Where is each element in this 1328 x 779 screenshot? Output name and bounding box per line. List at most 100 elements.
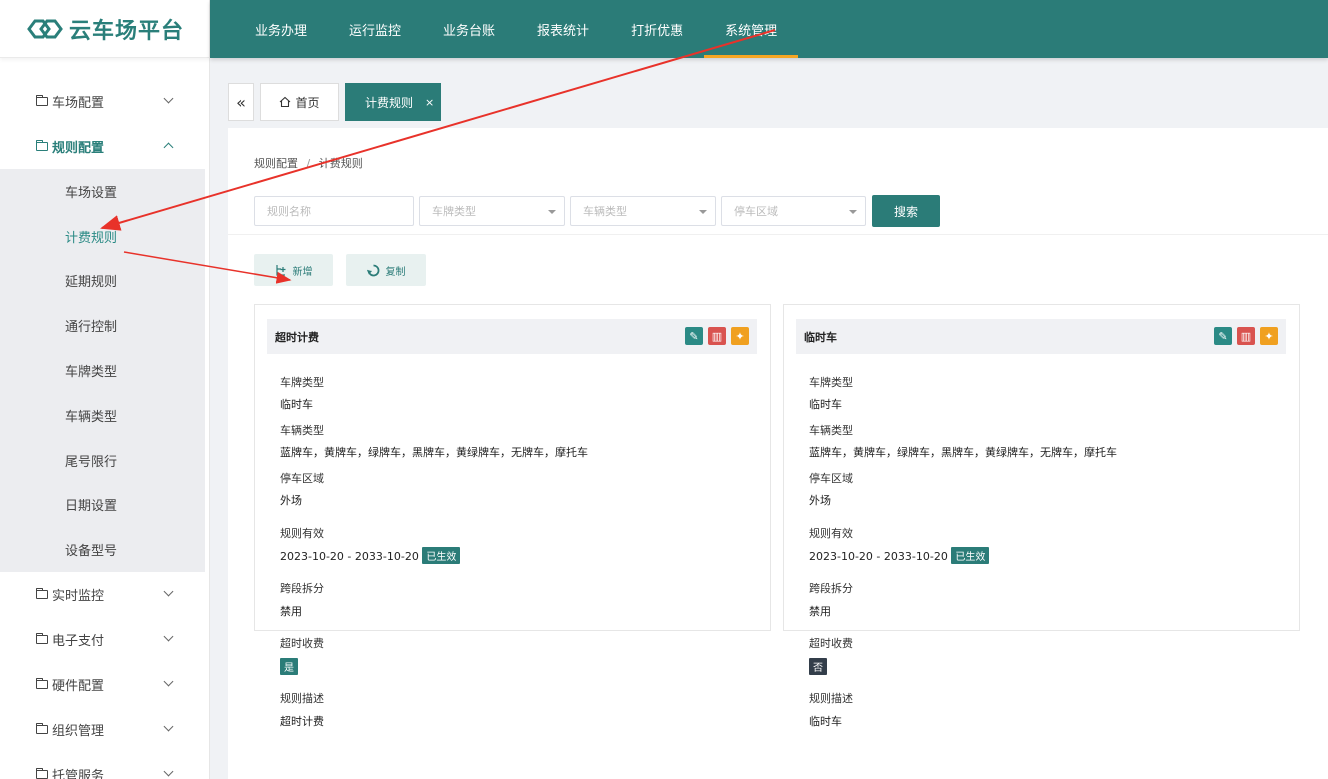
tab-home[interactable]: 首页 <box>260 83 339 121</box>
pencil-icon: ✎ <box>689 329 699 343</box>
sidebar-item-access-control[interactable]: 通行控制 <box>0 303 205 348</box>
overtime-badge: 否 <box>809 658 827 675</box>
chevron-down-icon <box>163 631 174 642</box>
field-value: 禁用 <box>809 605 831 618</box>
tab-billing-rules[interactable]: 计费规则 × <box>345 83 441 121</box>
pencil-icon: ✎ <box>1218 329 1228 343</box>
breadcrumb-current: 计费规则 <box>318 157 363 170</box>
top-nav-discounts[interactable]: 打折优惠 <box>610 0 704 58</box>
close-icon[interactable]: × <box>425 96 434 109</box>
field-value: 否 <box>809 658 827 675</box>
field-value: 外场 <box>809 494 831 507</box>
plate-type-select[interactable]: 车牌类型 <box>419 196 565 226</box>
top-nav-ledger[interactable]: 业务台账 <box>422 0 516 58</box>
field-label: 车辆类型 <box>809 424 853 437</box>
folder-icon <box>36 633 48 645</box>
rule-card[interactable]: 超时计费 ✎ ▥ ✦ <box>254 304 771 631</box>
sidebar: 云车场平台 车场配置 规则配置 车场设置 计费规则 延期规则 通行控制 车牌类型… <box>0 0 210 779</box>
pin-icon: ✦ <box>735 329 745 343</box>
top-nav-system-management[interactable]: 系统管理 <box>704 0 799 58</box>
field-label: 规则有效 <box>809 527 853 540</box>
sidebar-submenu: 车场设置 计费规则 延期规则 通行控制 车牌类型 车辆类型 尾号限行 日期设置 … <box>0 169 205 573</box>
collapse-sidebar-button[interactable]: « <box>228 83 254 121</box>
rule-card-header: 超时计费 ✎ ▥ ✦ <box>267 319 757 354</box>
rule-name-input[interactable]: 规则名称 <box>254 196 414 226</box>
sidebar-group-label: 硬件配置 <box>52 679 105 695</box>
folder-icon <box>36 723 48 735</box>
sidebar-item-parking-settings[interactable]: 车场设置 <box>0 169 205 214</box>
delete-button[interactable]: ▥ <box>1237 327 1255 345</box>
top-nav-monitoring[interactable]: 运行监控 <box>328 0 422 58</box>
pin-button[interactable]: ✦ <box>1260 327 1278 345</box>
field-value: 外场 <box>280 494 302 507</box>
sidebar-group-label: 实时监控 <box>52 589 105 605</box>
sidebar-item-date-settings[interactable]: 日期设置 <box>0 483 205 528</box>
vehicle-type-select[interactable]: 车辆类型 <box>570 196 716 226</box>
rule-name-placeholder: 规则名称 <box>267 205 311 218</box>
field-label: 超时收费 <box>809 637 853 650</box>
tab-billing-rules-label: 计费规则 <box>365 95 414 110</box>
sidebar-group-label: 电子支付 <box>52 634 105 650</box>
sidebar-item-device-models[interactable]: 设备型号 <box>0 527 205 572</box>
field-value: 2023-10-20 - 2033-10-20 已生效 <box>280 547 461 564</box>
rule-card[interactable]: 临时车 ✎ ▥ ✦ <box>783 304 1300 631</box>
folder-icon <box>36 140 48 151</box>
parking-area-placeholder: 停车区域 <box>734 205 778 218</box>
edit-button[interactable]: ✎ <box>1214 327 1232 345</box>
delete-button[interactable]: ▥ <box>708 327 726 345</box>
valid-range: 2023-10-20 - 2033-10-20 <box>809 550 948 563</box>
folder-icon <box>36 768 48 779</box>
chevron-down-icon <box>163 766 174 777</box>
sidebar-group-label: 规则配置 <box>52 141 105 156</box>
sidebar-group-rule-config[interactable]: 规则配置 <box>0 124 205 169</box>
sidebar-item-extension-rules[interactable]: 延期规则 <box>0 259 205 304</box>
copy-button-label: 复制 <box>385 266 406 278</box>
field-label: 超时收费 <box>280 637 324 650</box>
sidebar-group-e-payment[interactable]: 电子支付 <box>0 617 205 662</box>
sidebar-group-label: 车场配置 <box>52 96 105 111</box>
sidebar-group-parking-config[interactable]: 车场配置 <box>0 79 205 124</box>
field-label: 停车区域 <box>280 472 324 485</box>
field-value: 2023-10-20 - 2033-10-20 已生效 <box>809 547 990 564</box>
sidebar-group-label: 组织管理 <box>52 724 105 740</box>
home-icon <box>280 96 291 108</box>
sidebar-item-vehicle-types[interactable]: 车辆类型 <box>0 393 205 438</box>
sidebar-group-hosting-service[interactable]: 托管服务 <box>0 752 205 779</box>
field-value: 蓝牌车，黄牌车，绿牌车，黑牌车，黄绿牌车，无牌车，摩托车 <box>809 446 1117 459</box>
status-badge: 已生效 <box>422 547 461 564</box>
parking-area-select[interactable]: 停车区域 <box>721 196 866 226</box>
folder-icon <box>36 588 48 600</box>
field-label: 车牌类型 <box>809 376 853 389</box>
field-value: 临时车 <box>809 715 842 728</box>
edit-button[interactable]: ✎ <box>685 327 703 345</box>
caret-down-icon <box>849 210 857 214</box>
rule-card-title: 临时车 <box>804 330 837 344</box>
sidebar-item-tail-number-limit[interactable]: 尾号限行 <box>0 438 205 483</box>
field-label: 停车区域 <box>809 472 853 485</box>
sidebar-group-realtime-monitor[interactable]: 实时监控 <box>0 572 205 617</box>
breadcrumb-parent[interactable]: 规则配置 <box>254 157 298 170</box>
field-value: 临时车 <box>280 398 313 411</box>
add-button[interactable]: 新增 <box>254 254 333 286</box>
pin-button[interactable]: ✦ <box>731 327 749 345</box>
field-value: 是 <box>280 658 298 675</box>
field-label: 车辆类型 <box>280 424 324 437</box>
copy-button[interactable]: 复制 <box>346 254 426 286</box>
field-label: 规则有效 <box>280 527 324 540</box>
sidebar-item-plate-types[interactable]: 车牌类型 <box>0 348 205 393</box>
recycle-icon <box>366 264 379 276</box>
caret-down-icon <box>548 210 556 214</box>
add-button-label: 新增 <box>292 266 313 278</box>
logo[interactable]: 云车场平台 <box>0 0 209 58</box>
field-label: 车牌类型 <box>280 376 324 389</box>
sidebar-item-billing-rules[interactable]: 计费规则 <box>0 214 205 259</box>
rule-card-tools: ✎ ▥ ✦ <box>1209 327 1278 345</box>
search-button[interactable]: 搜索 <box>872 195 940 227</box>
chevron-up-icon <box>163 142 174 153</box>
field-label: 跨段拆分 <box>280 582 324 595</box>
sidebar-group-org-management[interactable]: 组织管理 <box>0 707 205 752</box>
sidebar-group-hardware-config[interactable]: 硬件配置 <box>0 662 205 707</box>
top-nav-business[interactable]: 业务办理 <box>234 0 328 58</box>
top-nav-reports[interactable]: 报表统计 <box>516 0 610 58</box>
breadcrumb: 规则配置 / 计费规则 <box>254 155 363 171</box>
